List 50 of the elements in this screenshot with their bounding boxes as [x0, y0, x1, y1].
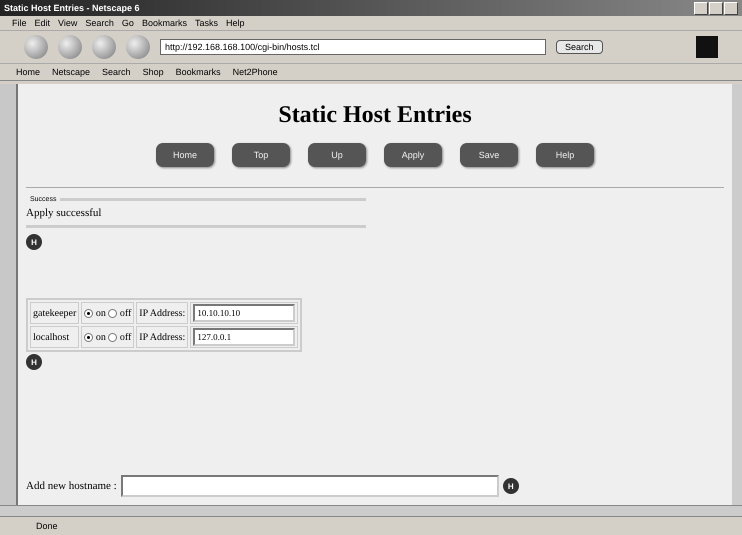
stop-button[interactable] — [126, 35, 150, 59]
radio-label: off — [118, 332, 132, 342]
nav-button[interactable]: Save — [460, 143, 518, 167]
message-text: Apply successful — [26, 207, 102, 219]
menu-item[interactable]: Tasks — [194, 18, 218, 28]
host-name-cell: gatekeeper — [30, 302, 80, 324]
ip-address-field[interactable]: 127.0.0.1 — [193, 328, 296, 346]
page-heading: Static Host Entries — [277, 102, 473, 129]
hostname-field[interactable] — [120, 475, 499, 497]
bookmark-link[interactable]: Search — [102, 67, 131, 77]
radio-label: off — [118, 308, 132, 318]
radio-button[interactable] — [108, 332, 118, 342]
hint-button[interactable]: H — [26, 234, 42, 250]
menu-item[interactable]: View — [58, 18, 78, 28]
menu-item[interactable]: File — [12, 18, 27, 28]
back-button[interactable] — [24, 35, 48, 59]
search-button[interactable]: Search — [556, 40, 603, 54]
radio-button[interactable] — [84, 332, 94, 342]
forward-button[interactable] — [58, 35, 82, 59]
menu-item[interactable]: Help — [226, 18, 244, 28]
ip-label: IP Address: — [136, 326, 188, 348]
hint-button[interactable]: H — [502, 478, 519, 494]
radio-label: on — [94, 332, 107, 342]
nav-button[interactable]: Home — [156, 143, 214, 167]
menu-item[interactable]: Bookmarks — [142, 18, 187, 28]
menu-item[interactable]: Edit — [34, 18, 50, 28]
bookmark-link[interactable]: Netscape — [52, 67, 90, 77]
radio-button[interactable] — [84, 308, 94, 318]
ip-address-field[interactable]: 10.10.10.10 — [193, 304, 296, 322]
status-text: Done — [35, 521, 58, 531]
hint-button[interactable]: H — [26, 354, 42, 370]
nav-button[interactable]: Top — [232, 143, 290, 167]
nav-button[interactable]: Up — [308, 143, 366, 167]
bookmark-link[interactable]: Home — [16, 67, 40, 77]
logo-icon — [696, 36, 718, 58]
host-name-cell: localhost — [30, 326, 80, 348]
menu-item[interactable]: Search — [85, 18, 114, 28]
bookmark-link[interactable]: Shop — [142, 67, 164, 77]
address-field[interactable]: http://192.168.168.100/cgi-bin/hosts.tcl — [160, 39, 546, 55]
menu-item[interactable]: Go — [122, 18, 134, 28]
window-title: Static Host Entries - Netscape 6 — [4, 3, 141, 13]
bookmark-link[interactable]: Bookmarks — [176, 67, 221, 77]
add-hostname-label: Add new hostname : — [26, 480, 117, 492]
radio-label: on — [94, 308, 107, 318]
ip-label: IP Address: — [136, 302, 188, 324]
nav-button[interactable]: Help — [536, 143, 594, 167]
bookmark-link[interactable]: Net2Phone — [232, 67, 278, 77]
radio-button[interactable] — [108, 308, 118, 318]
nav-button[interactable]: Apply — [384, 143, 442, 167]
reload-button[interactable] — [92, 35, 116, 59]
